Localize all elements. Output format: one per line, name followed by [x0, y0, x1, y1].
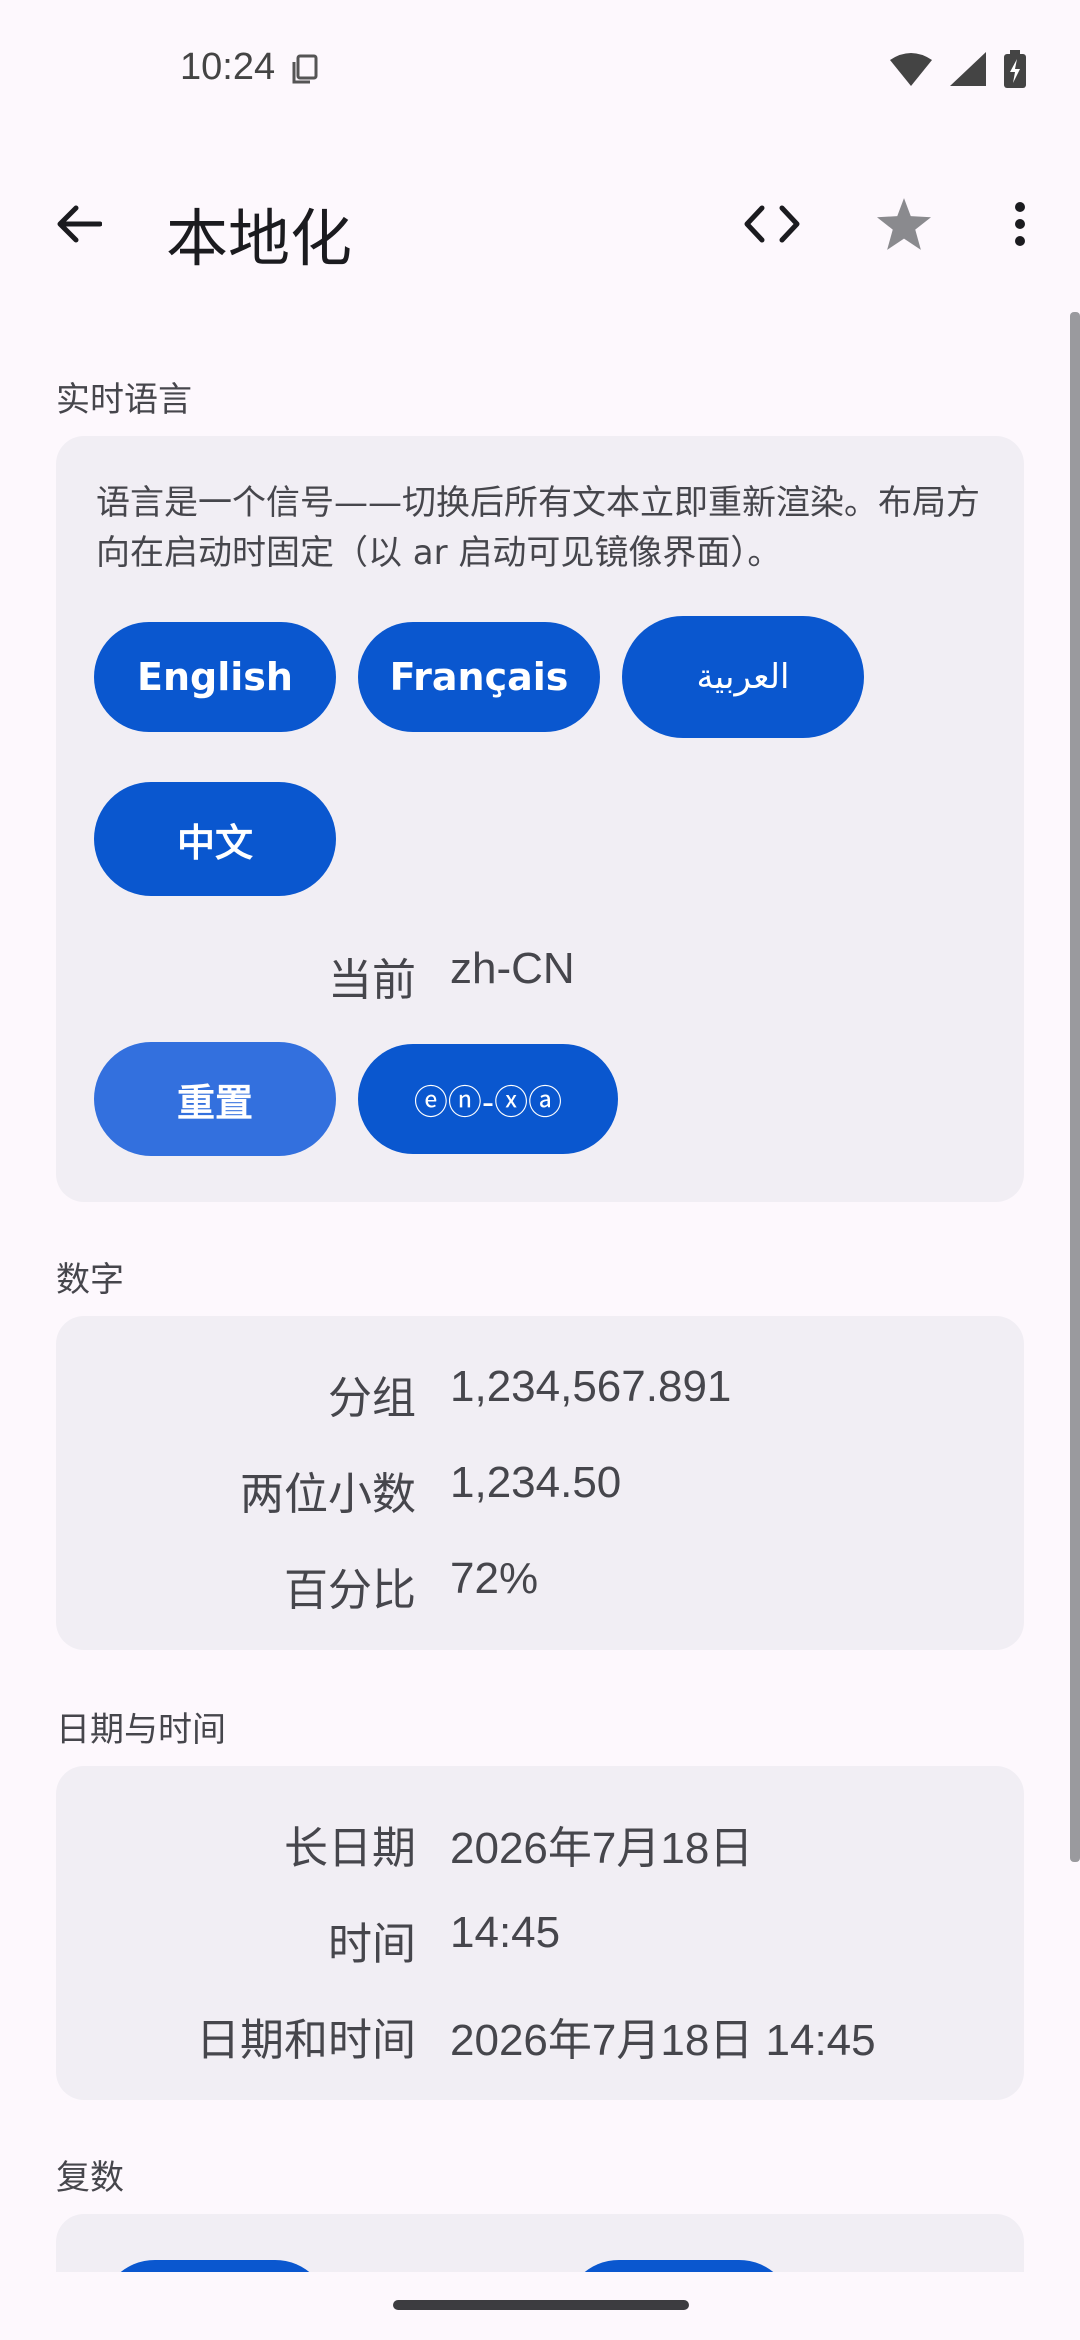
- datetime-card: 长日期 2026年7月18日 时间 14:45 日期和时间 2026年7月18日…: [56, 1766, 1024, 2100]
- current-locale-label: 当前: [328, 955, 416, 1006]
- language-button-arabic[interactable]: العربية: [622, 616, 864, 738]
- number-row-label: 百分比: [284, 1565, 416, 1616]
- more-options-button[interactable]: [1000, 186, 1040, 262]
- more-vertical-icon: [1015, 202, 1025, 246]
- language-card: 语言是一个信号——切换后所有文本立即重新渲染。布局方向在启动时固定（以 ar 启…: [56, 436, 1024, 1202]
- numbers-card: 分组 1,234,567.891 两位小数 1,234.50 百分比 72%: [56, 1316, 1024, 1650]
- datetime-row-value: 2026年7月18日 14:45: [450, 2016, 876, 2065]
- current-locale-value: zh-CN: [450, 944, 575, 993]
- arrow-left-icon: [57, 205, 102, 243]
- number-row-label: 两位小数: [240, 1469, 416, 1520]
- section-title-plurals: 复数: [56, 2158, 124, 2198]
- status-bar: 10:24: [0, 0, 1080, 140]
- number-row-value: 72%: [450, 1554, 539, 1603]
- language-button-french[interactable]: Français: [358, 622, 600, 732]
- datetime-row-label: 日期和时间: [196, 2015, 416, 2066]
- number-row-label: 分组: [328, 1373, 416, 1424]
- battery-charging-icon: [1004, 50, 1026, 88]
- language-button-chinese[interactable]: 中文: [94, 782, 336, 896]
- signal-icon: [950, 52, 986, 86]
- screenshot-icon: [292, 54, 318, 84]
- back-button[interactable]: [40, 186, 116, 262]
- page-title: 本地化: [166, 202, 353, 275]
- status-time: 10:24: [180, 46, 276, 88]
- status-icons: [890, 50, 1026, 88]
- section-title-language: 实时语言: [56, 380, 192, 420]
- datetime-row-label: 长日期: [284, 1823, 416, 1874]
- number-row-value: 1,234.50: [450, 1458, 622, 1507]
- pseudo-locale-button[interactable]: ⓔⓝ-ⓧⓐ: [358, 1044, 618, 1154]
- datetime-row-label: 时间: [328, 1919, 416, 1970]
- section-title-datetime: 日期与时间: [56, 1710, 226, 1750]
- favorite-button[interactable]: [866, 186, 942, 262]
- language-description: 语言是一个信号——切换后所有文本立即重新渲染。布局方向在启动时固定（以 ar 启…: [96, 483, 980, 573]
- app-bar: 本地化: [0, 168, 1080, 286]
- datetime-row-value: 2026年7月18日: [450, 1824, 754, 1873]
- code-icon: [744, 205, 800, 243]
- number-row-value: 1,234,567.891: [450, 1362, 732, 1411]
- scrollbar[interactable]: [1070, 312, 1080, 1862]
- code-button[interactable]: [734, 186, 810, 262]
- star-icon: [877, 198, 931, 250]
- wifi-icon: [890, 53, 932, 86]
- section-title-numbers: 数字: [56, 1260, 124, 1300]
- home-indicator[interactable]: [393, 2300, 689, 2310]
- datetime-row-value: 14:45: [450, 1908, 561, 1957]
- reset-button[interactable]: 重置: [94, 1042, 336, 1156]
- language-button-english[interactable]: English: [94, 622, 336, 732]
